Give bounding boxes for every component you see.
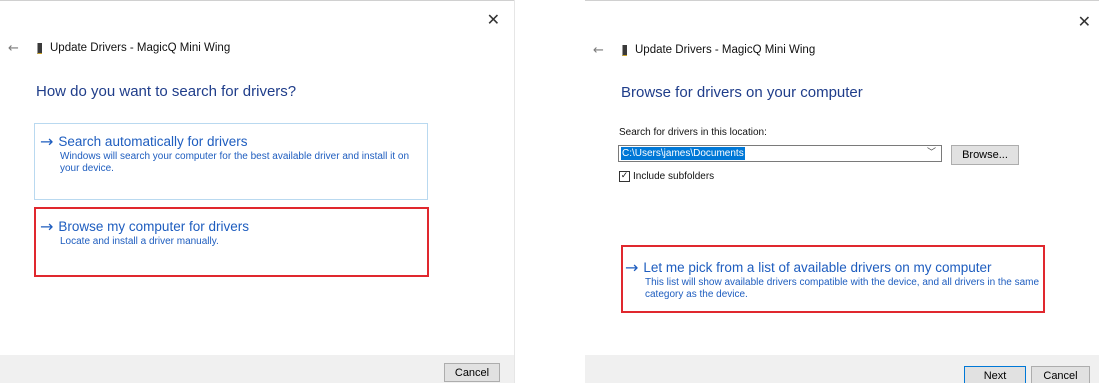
location-label: Search for drivers in this location: [619,127,767,138]
page-heading: How do you want to search for drivers? [36,83,297,100]
close-icon[interactable]: ✕ [1078,14,1091,30]
back-arrow-icon[interactable]: ← [8,41,30,56]
cancel-button[interactable]: Cancel [444,363,500,382]
arrow-right-icon: → [40,217,54,236]
update-drivers-dialog-browse: ✕ ← Update Drivers - MagicQ Mini Wing Br… [585,0,1099,383]
option-description: This list will show available drivers co… [645,277,1040,300]
include-subfolders-checkbox[interactable]: ✓ Include subfolders [619,171,714,182]
browse-button[interactable]: Browse... [951,145,1019,165]
include-subfolders-label: Include subfolders [633,171,715,182]
arrow-right-icon: → [40,132,54,151]
window-title-bar: ← Update Drivers - MagicQ Mini Wing [593,42,815,58]
option-description: Windows will search your computer for th… [60,151,410,174]
page-heading: Browse for drivers on your computer [621,84,863,101]
checkbox-checked-icon[interactable]: ✓ [619,171,630,182]
option-title: Let me pick from a list of available dri… [643,260,992,275]
pick-from-list-option[interactable]: → Let me pick from a list of available d… [621,245,1045,313]
option-title: Browse my computer for drivers [58,219,249,234]
back-arrow-icon[interactable]: ← [593,43,615,58]
window-title-bar: ← Update Drivers - MagicQ Mini Wing [8,40,230,56]
window-border [585,0,1099,1]
device-icon [622,44,627,56]
window-border [0,0,514,1]
next-button[interactable]: Next [964,366,1026,383]
close-icon[interactable]: ✕ [487,12,500,28]
option-title: Search automatically for drivers [58,134,248,149]
window-title: Update Drivers - MagicQ Mini Wing [50,42,231,54]
dialog-footer [0,355,514,383]
arrow-right-icon: → [625,258,639,277]
location-value[interactable]: C:\Users\james\Documents [621,147,745,160]
window-title: Update Drivers - MagicQ Mini Wing [635,44,816,56]
option-description: Locate and install a driver manually. [60,236,219,247]
cancel-button[interactable]: Cancel [1031,366,1090,383]
device-icon [37,42,42,54]
browse-my-computer-option[interactable]: → Browse my computer for drivers Locate … [34,207,429,277]
chevron-down-icon[interactable]: ﹀ [927,146,936,161]
location-combobox[interactable]: C:\Users\james\Documents ﹀ [618,145,942,162]
update-drivers-dialog-search: ✕ ← Update Drivers - MagicQ Mini Wing Ho… [0,0,515,383]
search-automatically-option[interactable]: → Search automatically for drivers Windo… [34,123,428,200]
